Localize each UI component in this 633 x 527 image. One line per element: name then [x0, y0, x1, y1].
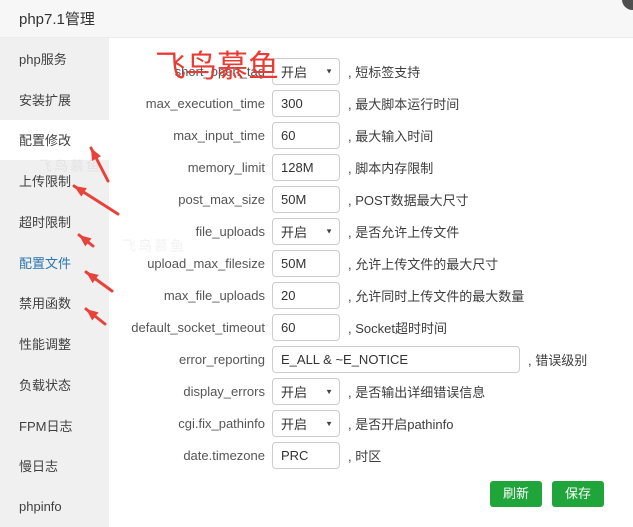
- sidebar-item-performance-tuning[interactable]: 性能调整: [0, 323, 109, 364]
- form-row: error_reporting , 错误级别: [109, 343, 633, 375]
- post-max-size-input[interactable]: [272, 186, 340, 213]
- sidebar-nav: php服务 安装扩展 配置修改 上传限制 超时限制 配置文件 禁用函数 性能调整…: [0, 38, 109, 527]
- sidebar-item-config-modify[interactable]: 配置修改: [0, 120, 109, 161]
- refresh-button[interactable]: 刷新: [490, 481, 542, 507]
- field-description: , 时区: [348, 446, 381, 465]
- field-label: date.timezone: [109, 448, 265, 463]
- field-description: , 是否输出详细错误信息: [348, 382, 485, 401]
- sidebar-item-timeout-limit[interactable]: 超时限制: [0, 201, 109, 242]
- form-row: max_file_uploads , 允许同时上传文件的最大数量: [109, 279, 633, 311]
- field-label: post_max_size: [109, 192, 265, 207]
- sidebar-item-disabled-functions[interactable]: 禁用函数: [0, 283, 109, 324]
- select-value: 开启: [281, 62, 307, 81]
- select-value: 开启: [281, 222, 307, 241]
- upload-max-filesize-input[interactable]: [272, 250, 340, 277]
- field-label: memory_limit: [109, 160, 265, 175]
- form-row: short_open_tag 开启 ▼ , 短标签支持: [109, 55, 633, 87]
- field-description: , 错误级别: [528, 350, 587, 369]
- field-label: display_errors: [109, 384, 265, 399]
- form-row: display_errors 开启 ▼ , 是否输出详细错误信息: [109, 375, 633, 407]
- chevron-down-icon: ▼: [325, 67, 333, 75]
- field-description: , 短标签支持: [348, 62, 420, 81]
- field-description: , 允许上传文件的最大尺寸: [348, 254, 498, 273]
- field-description: , 允许同时上传文件的最大数量: [348, 286, 524, 305]
- field-label: error_reporting: [109, 352, 265, 367]
- field-description: , 脚本内存限制: [348, 158, 433, 177]
- save-button[interactable]: 保存: [552, 481, 604, 507]
- max-file-uploads-input[interactable]: [272, 282, 340, 309]
- field-label: max_input_time: [109, 128, 265, 143]
- field-label: upload_max_filesize: [109, 256, 265, 271]
- panel-title: php7.1管理: [0, 8, 95, 29]
- panel-header: php7.1管理: [0, 0, 633, 38]
- form-row: file_uploads 开启 ▼ , 是否允许上传文件: [109, 215, 633, 247]
- file-uploads-select[interactable]: 开启 ▼: [272, 218, 340, 245]
- form-row: memory_limit , 脚本内存限制: [109, 151, 633, 183]
- field-label: cgi.fix_pathinfo: [109, 416, 265, 431]
- form-row: post_max_size , POST数据最大尺寸: [109, 183, 633, 215]
- form-row: default_socket_timeout , Socket超时时间: [109, 311, 633, 343]
- sidebar-item-slow-log[interactable]: 慢日志: [0, 446, 109, 487]
- field-description: , 是否开启pathinfo: [348, 414, 454, 433]
- field-label: max_execution_time: [109, 96, 265, 111]
- select-value: 开启: [281, 382, 307, 401]
- chevron-down-icon: ▼: [325, 227, 333, 235]
- sidebar-item-install-extensions[interactable]: 安装扩展: [0, 79, 109, 120]
- field-description: , POST数据最大尺寸: [348, 190, 469, 209]
- sidebar-item-php-service[interactable]: php服务: [0, 38, 109, 79]
- php-manager-panel: php7.1管理 php服务 安装扩展 配置修改 上传限制 超时限制 配置文件 …: [0, 0, 633, 527]
- php-config-form: short_open_tag 开启 ▼ , 短标签支持 max_executio…: [109, 55, 633, 471]
- cgi-fix-pathinfo-select[interactable]: 开启 ▼: [272, 410, 340, 437]
- form-row: max_input_time , 最大输入时间: [109, 119, 633, 151]
- form-row: date.timezone , 时区: [109, 439, 633, 471]
- field-label: default_socket_timeout: [109, 320, 265, 335]
- max-input-time-input[interactable]: [272, 122, 340, 149]
- field-label: max_file_uploads: [109, 288, 265, 303]
- form-row: cgi.fix_pathinfo 开启 ▼ , 是否开启pathinfo: [109, 407, 633, 439]
- sidebar-item-config-file[interactable]: 配置文件: [0, 242, 109, 283]
- form-row: max_execution_time , 最大脚本运行时间: [109, 87, 633, 119]
- config-content: 飞鸟慕鱼 short_open_tag 开启 ▼ , 短标签支持 max_exe…: [109, 38, 633, 527]
- date-timezone-input[interactable]: [272, 442, 340, 469]
- field-label: file_uploads: [109, 224, 265, 239]
- field-description: , 最大输入时间: [348, 126, 433, 145]
- error-reporting-input[interactable]: [272, 346, 520, 373]
- field-description: , 是否允许上传文件: [348, 222, 459, 241]
- default-socket-timeout-input[interactable]: [272, 314, 340, 341]
- sidebar-item-phpinfo[interactable]: phpinfo: [0, 486, 109, 527]
- field-description: , 最大脚本运行时间: [348, 94, 459, 113]
- short-open-tag-select[interactable]: 开启 ▼: [272, 58, 340, 85]
- sidebar-item-load-status[interactable]: 负载状态: [0, 364, 109, 405]
- max-execution-time-input[interactable]: [272, 90, 340, 117]
- select-value: 开启: [281, 414, 307, 433]
- chevron-down-icon: ▼: [325, 387, 333, 395]
- form-row: upload_max_filesize , 允许上传文件的最大尺寸: [109, 247, 633, 279]
- field-description: , Socket超时时间: [348, 318, 447, 337]
- chevron-down-icon: ▼: [325, 419, 333, 427]
- sidebar-item-upload-limit[interactable]: 上传限制: [0, 160, 109, 201]
- sidebar-item-fpm-log[interactable]: FPM日志: [0, 405, 109, 446]
- memory-limit-input[interactable]: [272, 154, 340, 181]
- field-label: short_open_tag: [109, 64, 265, 79]
- display-errors-select[interactable]: 开启 ▼: [272, 378, 340, 405]
- form-actions: 刷新 保存: [109, 481, 633, 507]
